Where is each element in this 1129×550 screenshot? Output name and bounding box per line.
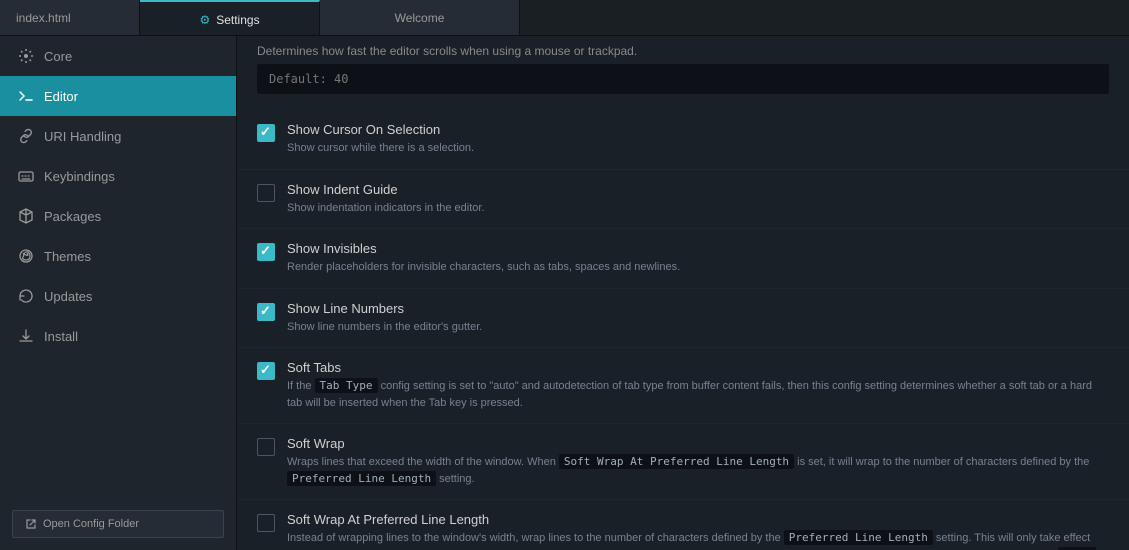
gear-icon: ⚙: [199, 13, 210, 27]
uri-icon: [18, 128, 34, 144]
preferred-line-length-code2: Preferred Line Length: [784, 530, 933, 545]
show-invisibles-desc: Render placeholders for invisible charac…: [287, 259, 1109, 276]
sidebar-item-install-label: Install: [44, 329, 78, 344]
show-indent-title: Show Indent Guide: [287, 182, 1109, 197]
setting-show-cursor-on-selection: Show Cursor On Selection Show cursor whi…: [237, 110, 1129, 170]
tab-welcome-label: Welcome: [395, 11, 445, 25]
show-cursor-desc: Show cursor while there is a selection.: [287, 140, 1109, 157]
default-value-input[interactable]: [257, 64, 1109, 94]
setting-show-invisibles: Show Invisibles Render placeholders for …: [237, 229, 1129, 289]
setting-show-indent-guide: Show Indent Guide Show indentation indic…: [237, 170, 1129, 230]
packages-icon: [18, 208, 34, 224]
main-layout: Core Editor URI Handling Keybindings: [0, 36, 1129, 550]
editor-icon: [18, 88, 34, 104]
tab-bar: index.html ⚙ Settings Welcome: [0, 0, 1129, 36]
show-indent-checkbox[interactable]: [257, 184, 275, 202]
sidebar-bottom: Open Config Folder: [0, 498, 236, 550]
show-line-numbers-desc: Show line numbers in the editor's gutter…: [287, 319, 1109, 336]
sidebar-item-editor[interactable]: Editor: [0, 76, 236, 116]
core-icon: [18, 48, 34, 64]
soft-wrap-desc: Wraps lines that exceed the width of the…: [287, 454, 1109, 487]
sidebar-item-core[interactable]: Core: [0, 36, 236, 76]
setting-text-show-line-numbers: Show Line Numbers Show line numbers in t…: [287, 301, 1109, 336]
sidebar-item-editor-label: Editor: [44, 89, 78, 104]
setting-show-line-numbers: Show Line Numbers Show line numbers in t…: [237, 289, 1129, 349]
setting-soft-tabs: Soft Tabs If the Tab Type config setting…: [237, 348, 1129, 424]
install-icon: [18, 328, 34, 344]
keybindings-icon: [18, 168, 34, 184]
sidebar-item-updates[interactable]: Updates: [0, 276, 236, 316]
soft-wrap-title: Soft Wrap: [287, 436, 1109, 451]
sidebar-item-packages-label: Packages: [44, 209, 101, 224]
setting-text-soft-wrap-preferred: Soft Wrap At Preferred Line Length Inste…: [287, 512, 1109, 550]
setting-text-show-indent: Show Indent Guide Show indentation indic…: [287, 182, 1109, 217]
show-indent-desc: Show indentation indicators in the edito…: [287, 200, 1109, 217]
open-config-label: Open Config Folder: [43, 518, 139, 530]
tab-file[interactable]: index.html: [0, 0, 140, 35]
soft-tabs-checkbox[interactable]: [257, 362, 275, 380]
setting-text-show-invisibles: Show Invisibles Render placeholders for …: [287, 241, 1109, 276]
soft-wrap-checkbox[interactable]: [257, 438, 275, 456]
sidebar-item-core-label: Core: [44, 49, 72, 64]
soft-tabs-title: Soft Tabs: [287, 360, 1109, 375]
tab-type-code: Tab Type: [315, 378, 378, 393]
sidebar-item-install[interactable]: Install: [0, 316, 236, 356]
tab-welcome[interactable]: Welcome: [320, 0, 520, 35]
content-area: Determines how fast the editor scrolls w…: [237, 36, 1129, 550]
sidebar-item-packages[interactable]: Packages: [0, 196, 236, 236]
soft-wrap-code: Soft Wrap At Preferred Line Length: [559, 454, 794, 469]
soft-wrap-preferred-title: Soft Wrap At Preferred Line Length: [287, 512, 1109, 527]
preferred-line-length-code: Preferred Line Length: [287, 471, 436, 486]
sidebar-item-themes-label: Themes: [44, 249, 91, 264]
updates-icon: [18, 288, 34, 304]
show-line-numbers-checkbox[interactable]: [257, 303, 275, 321]
sidebar-item-uri-handling[interactable]: URI Handling: [0, 116, 236, 156]
setting-text-soft-wrap: Soft Wrap Wraps lines that exceed the wi…: [287, 436, 1109, 487]
sidebar-item-updates-label: Updates: [44, 289, 92, 304]
tab-file-label: index.html: [16, 11, 71, 25]
setting-text-show-cursor: Show Cursor On Selection Show cursor whi…: [287, 122, 1109, 157]
show-cursor-checkbox[interactable]: [257, 124, 275, 142]
show-cursor-title: Show Cursor On Selection: [287, 122, 1109, 137]
scroll-speed-description: Determines how fast the editor scrolls w…: [237, 36, 1129, 64]
setting-soft-wrap: Soft Wrap Wraps lines that exceed the wi…: [237, 424, 1129, 500]
open-config-button[interactable]: Open Config Folder: [12, 510, 224, 538]
tab-settings[interactable]: ⚙ Settings: [140, 0, 320, 35]
sidebar: Core Editor URI Handling Keybindings: [0, 36, 237, 550]
sidebar-item-themes[interactable]: Themes: [0, 236, 236, 276]
show-line-numbers-title: Show Line Numbers: [287, 301, 1109, 316]
sidebar-item-keybindings-label: Keybindings: [44, 169, 115, 184]
soft-wrap-preferred-checkbox[interactable]: [257, 514, 275, 532]
show-invisibles-title: Show Invisibles: [287, 241, 1109, 256]
setting-soft-wrap-preferred: Soft Wrap At Preferred Line Length Inste…: [237, 500, 1129, 550]
external-link-icon: [25, 518, 37, 530]
themes-icon: [18, 248, 34, 264]
sidebar-item-keybindings[interactable]: Keybindings: [0, 156, 236, 196]
soft-tabs-desc: If the Tab Type config setting is set to…: [287, 378, 1109, 411]
show-invisibles-checkbox[interactable]: [257, 243, 275, 261]
soft-wrap-preferred-desc: Instead of wrapping lines to the window'…: [287, 530, 1109, 550]
setting-text-soft-tabs: Soft Tabs If the Tab Type config setting…: [287, 360, 1109, 411]
sidebar-item-uri-label: URI Handling: [44, 129, 121, 144]
tab-settings-label: Settings: [216, 13, 259, 27]
